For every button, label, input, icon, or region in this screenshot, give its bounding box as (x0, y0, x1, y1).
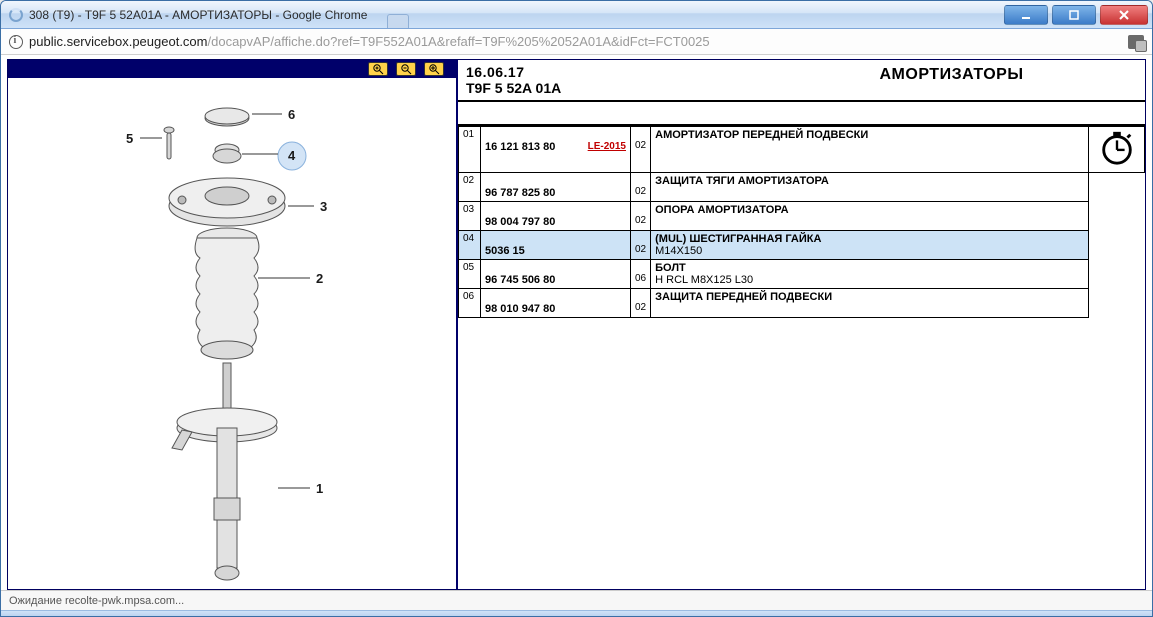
row-qty: 02 (631, 127, 651, 173)
window-buttons (1004, 5, 1148, 25)
parts-table: 0116 121 813 80LE-201502АМОРТИЗАТОР ПЕРЕ… (458, 126, 1145, 318)
row-index: 02 (459, 173, 481, 202)
table-row[interactable]: 0296 787 825 8002ЗАЩИТА ТЯГИ АМОРТИЗАТОР… (459, 173, 1145, 202)
row-index: 01 (459, 127, 481, 173)
le-link[interactable]: LE-2015 (588, 141, 626, 152)
row-index: 03 (459, 202, 481, 231)
status-bar: Ожидание recolte-pwk.mpsa.com... (1, 590, 1152, 610)
zoom-fit-button[interactable] (424, 62, 444, 76)
row-qty: 02 (631, 173, 651, 202)
callout-6: 6 (288, 107, 295, 122)
zoom-out-button[interactable] (396, 62, 416, 76)
doc-code: T9F 5 52A 01A (466, 80, 750, 96)
row-qty: 02 (631, 202, 651, 231)
callout-3: 3 (320, 199, 327, 214)
url-text: public.servicebox.peugeot.com/docapvAP/a… (29, 34, 710, 49)
table-row[interactable]: 0698 010 947 8002ЗАЩИТА ПЕРЕДНЕЙ ПОДВЕСК… (459, 289, 1145, 318)
window-titlebar[interactable]: 308 (T9) - T9F 5 52A01A - АМОРТИЗАТОРЫ -… (1, 1, 1152, 29)
part-number: 16 121 813 80LE-2015 (481, 127, 631, 173)
diagram-pane: 6 5 4 (8, 60, 458, 589)
part-number: 98 004 797 80 (481, 202, 631, 231)
row-desc: ЗАЩИТА ТЯГИ АМОРТИЗАТОРА (651, 173, 1089, 202)
loading-spinner-icon (9, 8, 23, 22)
row-desc: БОЛТH RCL M8X125 L30 (651, 260, 1089, 289)
site-info-icon[interactable] (9, 35, 23, 49)
parts-pane: 16.06.17 T9F 5 52A 01A АМОРТИЗАТОРЫ 0116… (458, 60, 1145, 589)
doc-title: АМОРТИЗАТОРЫ (758, 60, 1145, 100)
row-desc: ОПОРА АМОРТИЗАТОРА (651, 202, 1089, 231)
chrome-window: 308 (T9) - T9F 5 52A01A - АМОРТИЗАТОРЫ -… (0, 0, 1153, 617)
row-qty: 06 (631, 260, 651, 289)
row-index: 04 (459, 231, 481, 260)
doc-header-left: 16.06.17 T9F 5 52A 01A (458, 60, 758, 100)
part-number: 5036 15 (481, 231, 631, 260)
row-desc: (MUL) ШЕСТИГРАННАЯ ГАЙКАM14X150 (651, 231, 1089, 260)
row-qty: 02 (631, 231, 651, 260)
window-title: 308 (T9) - T9F 5 52A01A - АМОРТИЗАТОРЫ -… (29, 8, 367, 22)
table-row[interactable]: 0596 745 506 8006БОЛТH RCL M8X125 L30 (459, 260, 1145, 289)
callout-2: 2 (316, 271, 323, 286)
doc-date: 16.06.17 (466, 64, 750, 80)
row-desc: АМОРТИЗАТОР ПЕРЕДНЕЙ ПОДВЕСКИ (651, 127, 1089, 173)
status-text: Ожидание recolte-pwk.mpsa.com... (9, 595, 184, 607)
row-qty: 02 (631, 289, 651, 318)
callout-4: 4 (288, 148, 296, 163)
part-number: 96 787 825 80 (481, 173, 631, 202)
browser-tab[interactable] (387, 14, 409, 28)
table-row[interactable]: 0116 121 813 80LE-201502АМОРТИЗАТОР ПЕРЕ… (459, 127, 1145, 173)
maximize-button[interactable] (1052, 5, 1096, 25)
doc-header: 16.06.17 T9F 5 52A 01A АМОРТИЗАТОРЫ (458, 60, 1145, 102)
part-number: 96 745 506 80 (481, 260, 631, 289)
table-row[interactable]: 0398 004 797 8002ОПОРА АМОРТИЗАТОРА (459, 202, 1145, 231)
address-bar[interactable]: public.servicebox.peugeot.com/docapvAP/a… (1, 29, 1152, 55)
zoom-in-button[interactable] (368, 62, 388, 76)
zoom-toolbar (8, 60, 456, 78)
close-button[interactable] (1100, 5, 1148, 25)
window-bottom-border (1, 610, 1152, 616)
table-row[interactable]: 045036 1502(MUL) ШЕСТИГРАННАЯ ГАЙКАM14X1… (459, 231, 1145, 260)
callout-5: 5 (126, 131, 133, 146)
exploded-diagram[interactable]: 6 5 4 (8, 78, 456, 589)
row-index: 05 (459, 260, 481, 289)
part-number: 98 010 947 80 (481, 289, 631, 318)
page-content: 6 5 4 (7, 59, 1146, 590)
minimize-button[interactable] (1004, 5, 1048, 25)
header-gap (458, 102, 1145, 126)
browser-tabstrip (387, 1, 1004, 28)
labor-time-icon[interactable] (1089, 127, 1145, 173)
row-desc: ЗАЩИТА ПЕРЕДНЕЙ ПОДВЕСКИ (651, 289, 1089, 318)
row-index: 06 (459, 289, 481, 318)
translate-icon[interactable] (1128, 35, 1144, 49)
callout-1: 1 (316, 481, 323, 496)
